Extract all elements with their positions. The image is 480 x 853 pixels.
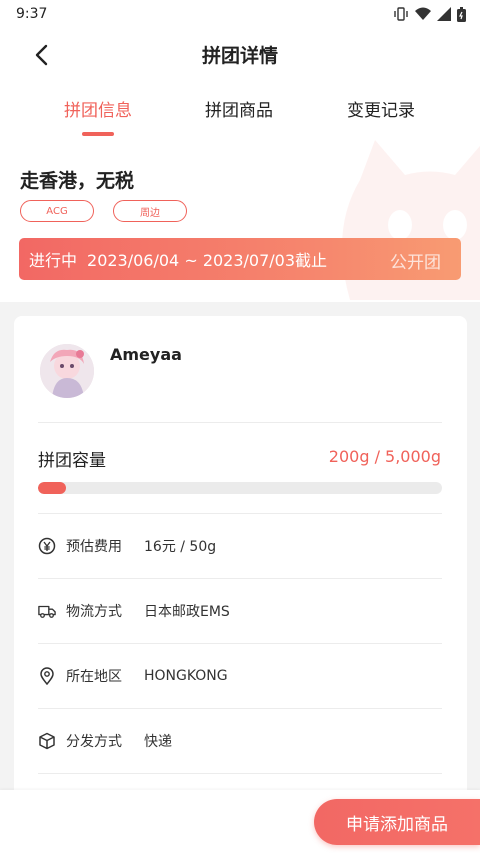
vibrate-icon (394, 7, 408, 21)
bottom-action-bar: 申请添加商品 (0, 790, 480, 853)
detail-value: 16元 / 50g (144, 539, 217, 555)
divider (38, 708, 442, 709)
tab-bar: 拼团信息 拼团商品 变更记录 (0, 96, 480, 142)
tab-change-log[interactable]: 变更记录 (321, 96, 441, 121)
period-text: 2023/06/04 ~ 2023/07/03截止 (87, 251, 328, 270)
detail-row-fee: 预估费用 16元 / 50g (38, 534, 216, 558)
page-title: 拼团详情 (201, 45, 278, 67)
capacity-progress-bar (38, 482, 442, 494)
tab-group-info[interactable]: 拼团信息 (38, 96, 158, 121)
tag-merch: 周边 (113, 200, 187, 222)
divider (38, 643, 442, 644)
status-time: 9:37 (16, 6, 48, 22)
capacity-value: 200g / 5,000g (328, 447, 441, 466)
avatar[interactable] (40, 344, 94, 398)
tag-acg: ACG (20, 200, 94, 222)
truck-icon (38, 602, 56, 620)
detail-label: 所在地区 (66, 669, 122, 685)
visibility-label: 公开团 (390, 253, 441, 273)
organizer-name[interactable]: Ameyaa (110, 345, 182, 364)
divider (38, 422, 442, 423)
detail-row-distribution: 分发方式 快递 (38, 729, 172, 753)
detail-row-shipping: 物流方式 日本邮政EMS (38, 599, 230, 623)
divider (38, 773, 442, 774)
yen-icon (38, 537, 56, 555)
signal-icon (437, 7, 451, 21)
capacity-progress-fill (38, 482, 67, 494)
capacity-label: 拼团容量 (38, 451, 106, 471)
detail-card: Ameyaa 拼团容量 200g / 5,000g 预估费用 16元 / 50g… (14, 316, 467, 853)
status-icons (393, 6, 466, 22)
detail-row-region: 所在地区 HONGKONG (38, 664, 228, 688)
detail-label: 分发方式 (66, 734, 122, 750)
box-icon (38, 732, 56, 750)
active-tab-indicator (82, 132, 114, 136)
status-banner: 进行中 2023/06/04 ~ 2023/07/03截止 公开团 (19, 238, 461, 280)
apply-add-product-button[interactable]: 申请添加商品 (314, 799, 480, 845)
wifi-icon (415, 7, 431, 20)
detail-value: HONGKONG (144, 668, 228, 684)
app-header: 拼团详情 (0, 28, 480, 80)
detail-value: 日本邮政EMS (144, 604, 230, 620)
battery-icon (457, 6, 466, 22)
detail-value: 快递 (144, 734, 172, 750)
avatar-illustration (40, 344, 94, 398)
location-pin-icon (38, 667, 56, 685)
divider (38, 578, 442, 579)
tab-group-products[interactable]: 拼团商品 (179, 96, 299, 121)
group-name: 走香港，无税 (20, 170, 135, 192)
divider (38, 513, 442, 514)
detail-label: 物流方式 (66, 604, 122, 620)
status-bar: 9:37 (0, 0, 480, 28)
status-text: 进行中 (29, 251, 78, 270)
detail-label: 预估费用 (66, 539, 122, 555)
